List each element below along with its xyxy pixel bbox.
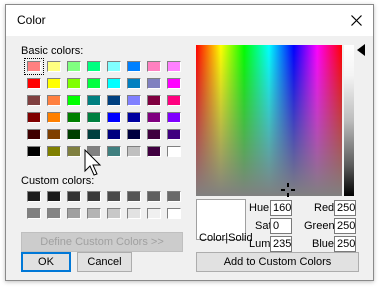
basic-color-swatch[interactable]	[147, 112, 161, 123]
basic-color-swatch[interactable]	[127, 95, 141, 106]
custom-color-swatch[interactable]	[127, 191, 141, 202]
basic-color-swatch[interactable]	[47, 78, 61, 89]
basic-color-swatch[interactable]	[127, 129, 141, 140]
basic-color-swatch[interactable]	[107, 146, 121, 157]
basic-color-swatch[interactable]	[107, 95, 121, 106]
red-field[interactable]: 250	[334, 200, 356, 216]
mouse-pointer-icon	[84, 149, 102, 176]
color-spectrum[interactable]	[196, 45, 342, 196]
basic-color-swatch[interactable]	[127, 61, 141, 72]
custom-color-swatch[interactable]	[147, 191, 161, 202]
basic-color-swatch[interactable]	[87, 129, 101, 140]
custom-color-swatch[interactable]	[167, 208, 181, 219]
basic-color-swatch[interactable]	[27, 112, 41, 123]
color-dialog: Color Basic colors: Custom colors: Defin…	[5, 4, 374, 281]
hue-field[interactable]: 160	[270, 200, 292, 216]
custom-color-swatch[interactable]	[107, 208, 121, 219]
basic-color-swatch[interactable]	[47, 112, 61, 123]
custom-color-swatch[interactable]	[67, 208, 81, 219]
add-to-custom-colors-button[interactable]: Add to Custom Colors	[196, 252, 359, 272]
custom-color-swatch[interactable]	[47, 191, 61, 202]
basic-color-swatch[interactable]	[27, 146, 41, 157]
basic-color-swatch[interactable]	[24, 58, 44, 75]
custom-color-swatch[interactable]	[47, 208, 61, 219]
luminosity-slider[interactable]	[344, 45, 354, 196]
basic-color-swatch[interactable]	[147, 129, 161, 140]
basic-color-swatch[interactable]	[167, 78, 181, 89]
close-icon	[350, 14, 362, 26]
basic-colors-label: Basic colors:	[21, 45, 84, 57]
basic-color-swatch[interactable]	[67, 78, 81, 89]
basic-color-swatch[interactable]	[47, 146, 61, 157]
lum-field[interactable]: 235	[270, 236, 292, 252]
custom-color-swatch[interactable]	[27, 208, 41, 219]
basic-color-swatch[interactable]	[167, 61, 181, 72]
basic-color-swatch[interactable]	[47, 61, 61, 72]
custom-color-swatch[interactable]	[147, 208, 161, 219]
basic-color-swatch[interactable]	[107, 61, 121, 72]
basic-color-swatch[interactable]	[127, 78, 141, 89]
custom-color-swatch[interactable]	[87, 191, 101, 202]
basic-color-swatch[interactable]	[67, 95, 81, 106]
basic-color-swatch[interactable]	[27, 78, 41, 89]
close-button[interactable]	[346, 10, 366, 30]
luminosity-arrow-icon[interactable]	[357, 44, 365, 56]
basic-color-swatch[interactable]	[87, 78, 101, 89]
basic-color-swatch[interactable]	[167, 112, 181, 123]
basic-color-swatch[interactable]	[167, 129, 181, 140]
color-solid-label: Color|Solid	[199, 232, 253, 244]
basic-color-swatch[interactable]	[167, 146, 181, 157]
custom-color-swatch[interactable]	[107, 191, 121, 202]
blue-field[interactable]: 250	[334, 236, 356, 252]
dialog-title: Color	[17, 13, 46, 27]
basic-color-swatch[interactable]	[147, 61, 161, 72]
sat-field[interactable]: 0	[270, 218, 292, 234]
basic-color-swatch[interactable]	[107, 129, 121, 140]
basic-color-swatch[interactable]	[67, 129, 81, 140]
basic-color-swatch[interactable]	[67, 112, 81, 123]
basic-color-swatch[interactable]	[127, 146, 141, 157]
custom-color-swatch[interactable]	[87, 208, 101, 219]
basic-color-swatch[interactable]	[27, 129, 41, 140]
basic-color-swatch[interactable]	[27, 95, 41, 106]
basic-color-swatch[interactable]	[47, 129, 61, 140]
custom-color-swatch[interactable]	[67, 191, 81, 202]
basic-color-swatch[interactable]	[147, 95, 161, 106]
basic-color-swatch[interactable]	[147, 78, 161, 89]
green-label: Green:	[304, 220, 338, 232]
basic-color-swatch[interactable]	[87, 95, 101, 106]
hue-label: Hue:	[249, 202, 273, 214]
title-bar: Color	[6, 5, 373, 36]
basic-color-swatch[interactable]	[47, 95, 61, 106]
custom-color-swatch[interactable]	[167, 191, 181, 202]
crosshair-icon	[281, 183, 295, 197]
cancel-button[interactable]: Cancel	[77, 252, 132, 272]
basic-color-swatch[interactable]	[107, 112, 121, 123]
basic-color-swatch[interactable]	[87, 61, 101, 72]
ok-button[interactable]: OK	[21, 252, 71, 272]
basic-color-swatch[interactable]	[67, 146, 81, 157]
define-custom-colors-button[interactable]: Define Custom Colors >>	[21, 232, 183, 252]
basic-color-swatch[interactable]	[87, 112, 101, 123]
basic-color-swatch[interactable]	[107, 78, 121, 89]
basic-color-swatch[interactable]	[167, 95, 181, 106]
custom-color-swatch[interactable]	[27, 191, 41, 202]
custom-color-swatch[interactable]	[127, 208, 141, 219]
basic-color-swatch[interactable]	[67, 61, 81, 72]
basic-color-swatch[interactable]	[147, 146, 161, 157]
green-field[interactable]: 250	[334, 218, 356, 234]
basic-color-swatch[interactable]	[127, 112, 141, 123]
